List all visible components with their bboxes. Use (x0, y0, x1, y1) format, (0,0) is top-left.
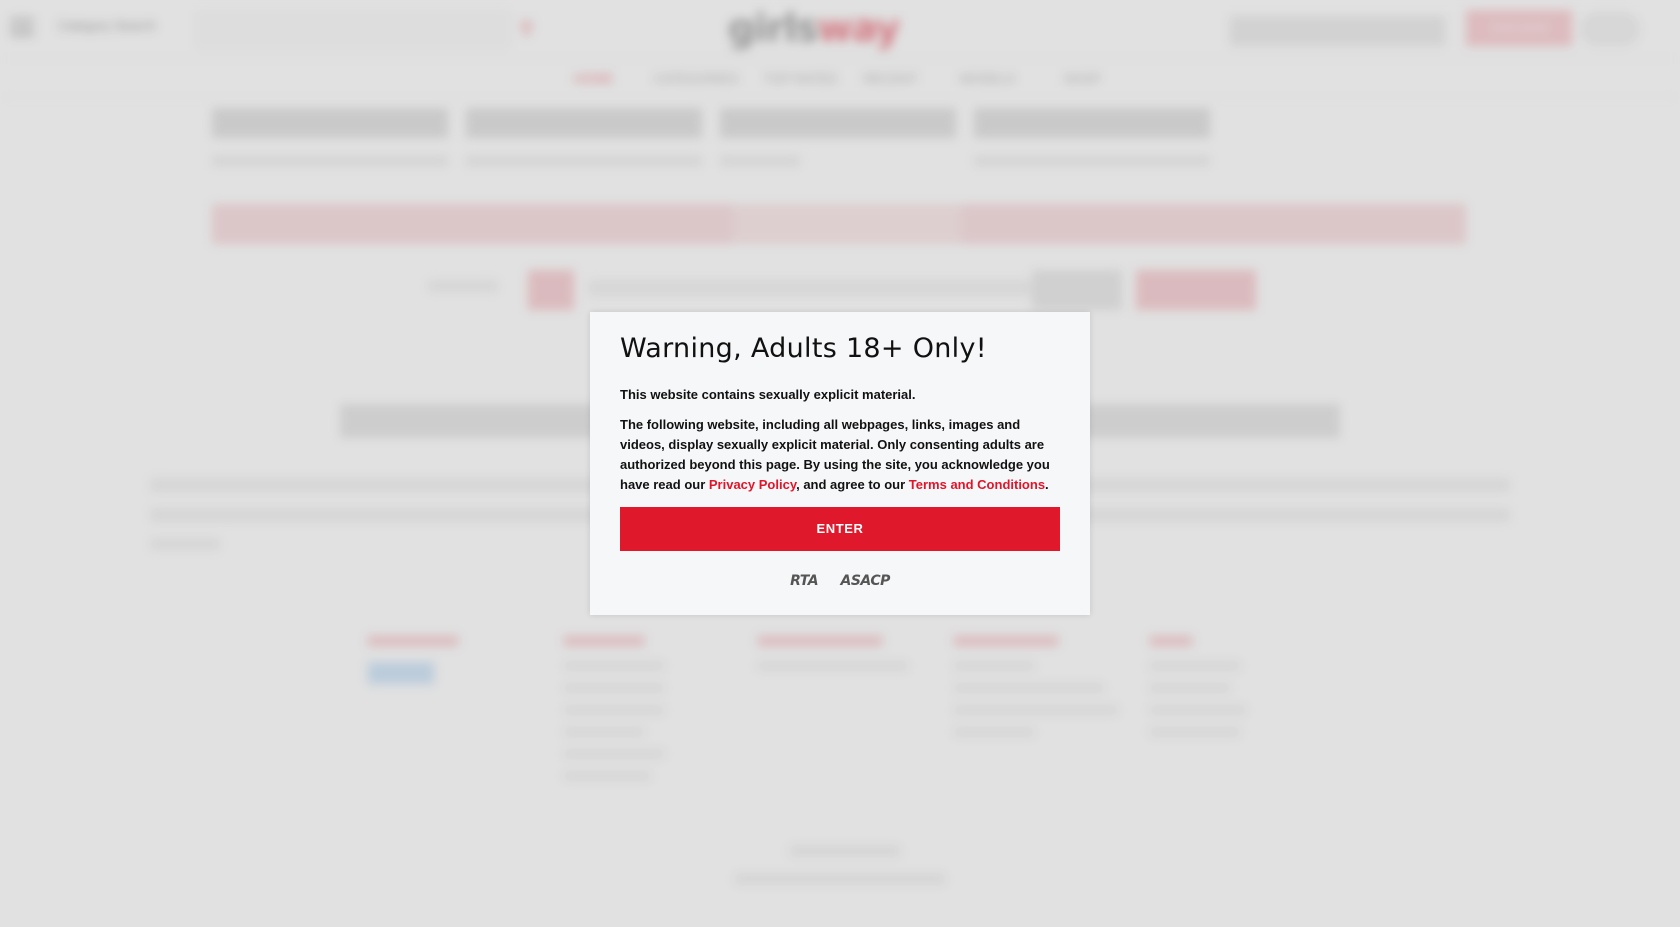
terms-link[interactable]: Terms and Conditions (909, 477, 1045, 492)
age-warning-modal: Warning, Adults 18+ Only! This website c… (590, 312, 1090, 615)
asacp-logo[interactable]: ASACP (841, 573, 891, 589)
body-text-middle: , and agree to our (796, 477, 909, 492)
page: Category Search ⚲ girlsway JOIN NOW HOME… (0, 0, 1680, 927)
modal-lead-text: This website contains sexually explicit … (620, 387, 916, 402)
body-text-end: . (1045, 477, 1049, 492)
rta-logo[interactable]: RTA (790, 573, 818, 589)
privacy-policy-link[interactable]: Privacy Policy (709, 477, 796, 492)
certification-badges: RTA ASACP (590, 572, 1090, 590)
modal-body-text: The following website, including all web… (620, 415, 1060, 495)
enter-button[interactable]: ENTER (620, 507, 1060, 551)
modal-title: Warning, Adults 18+ Only! (620, 333, 987, 364)
